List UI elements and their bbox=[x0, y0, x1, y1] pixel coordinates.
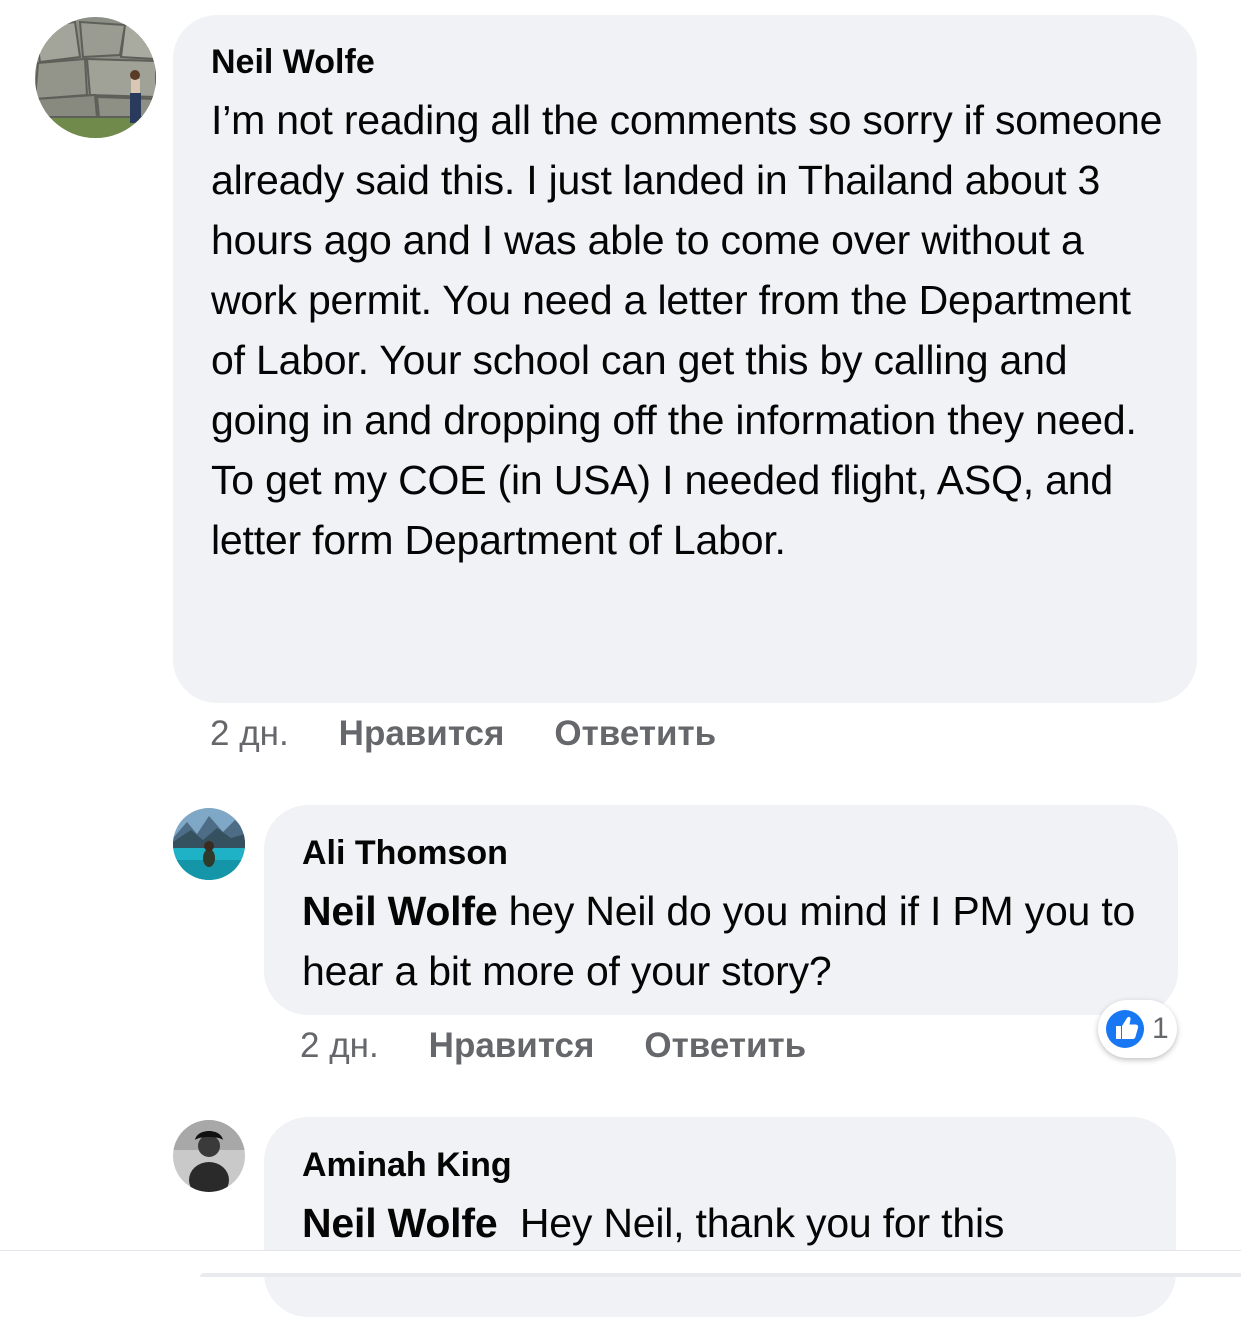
like-button[interactable]: Нравится bbox=[429, 1026, 595, 1065]
reply-author[interactable]: Ali Thomson bbox=[302, 833, 1148, 873]
avatar-ali-thomson[interactable] bbox=[173, 808, 245, 880]
mention-link[interactable]: Neil Wolfe bbox=[302, 888, 498, 934]
comment-text: I’m not reading all the comments so sorr… bbox=[211, 97, 1163, 563]
reaction-summary[interactable]: 1 bbox=[1098, 1000, 1177, 1058]
reply-actions: 2 дн. Нравится Ответить bbox=[300, 1026, 856, 1066]
bottom-bar bbox=[0, 1250, 1241, 1277]
reply-bubble: Aminah King Neil Wolfe Hey Neil, thank y… bbox=[264, 1117, 1176, 1317]
like-icon bbox=[1103, 1007, 1147, 1051]
reply-button[interactable]: Ответить bbox=[644, 1026, 806, 1065]
mention-link[interactable]: Neil Wolfe bbox=[302, 1200, 498, 1246]
reaction-count: 1 bbox=[1152, 1012, 1169, 1045]
like-button[interactable]: Нравится bbox=[339, 714, 505, 753]
comment-author[interactable]: Neil Wolfe bbox=[211, 42, 1167, 82]
avatar-neil-wolfe[interactable] bbox=[35, 17, 156, 138]
reply-author[interactable]: Aminah King bbox=[302, 1145, 1146, 1185]
reply-body: Hey Neil, thank you for this bbox=[497, 1200, 1005, 1246]
comment-bubble: Neil Wolfe I’m not reading all the comme… bbox=[173, 15, 1197, 703]
comment-actions: 2 дн. Нравится Ответить bbox=[210, 714, 766, 754]
reply-text: Neil Wolfe hey Neil do you mind if I PM … bbox=[302, 881, 1148, 1001]
reply-button[interactable]: Ответить bbox=[554, 714, 716, 753]
reply-bubble: Ali Thomson Neil Wolfe hey Neil do you m… bbox=[264, 805, 1178, 1015]
comment-timestamp[interactable]: 2 дн. bbox=[210, 714, 289, 753]
avatar-aminah-king[interactable] bbox=[173, 1120, 245, 1192]
reply-timestamp[interactable]: 2 дн. bbox=[300, 1026, 379, 1065]
reply-text: Neil Wolfe Hey Neil, thank you for this bbox=[302, 1193, 1146, 1253]
composer-edge bbox=[200, 1273, 1241, 1277]
